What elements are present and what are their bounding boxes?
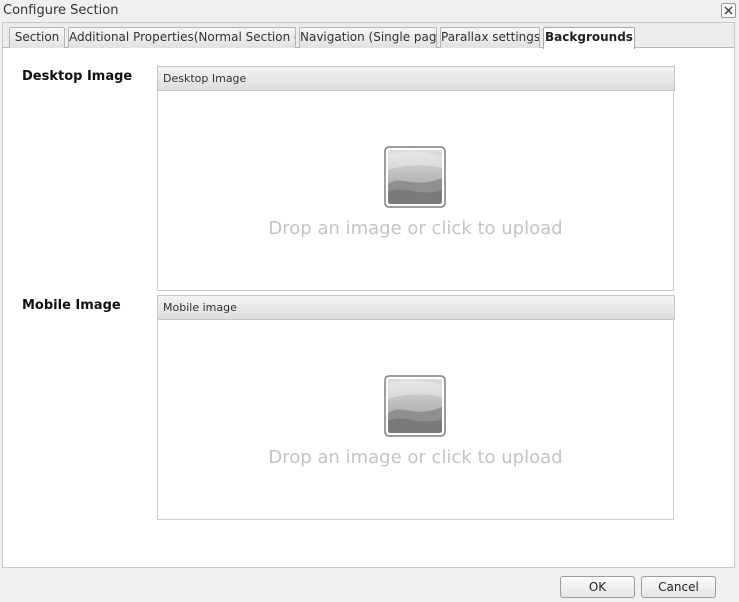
desktop-image-dropzone[interactable]: Drop an image or click to upload: [158, 91, 673, 290]
window-title: Configure Section: [3, 3, 119, 18]
desktop-image-label: Desktop Image: [22, 69, 133, 84]
tab-navigation[interactable]: Navigation (Single page): [299, 27, 437, 48]
ok-button[interactable]: OK: [560, 576, 635, 598]
tab-parallax-settings[interactable]: Parallax settings: [440, 27, 540, 48]
desktop-image-panel-header: Desktop Image: [157, 66, 675, 91]
tab-strip: Section Additional Properties(Normal Sec…: [3, 23, 734, 49]
desktop-image-panel: Desktop Image Drop an image or click to …: [157, 66, 675, 291]
dialog-content: Section Additional Properties(Normal Sec…: [2, 22, 735, 568]
image-placeholder-icon: [384, 146, 446, 208]
mobile-image-drop-text: Drop an image or click to upload: [268, 447, 563, 468]
cancel-button[interactable]: Cancel: [641, 576, 716, 598]
close-button[interactable]: [721, 3, 736, 18]
title-bar: Configure Section: [0, 0, 739, 22]
mobile-image-panel: Mobile image Drop an image or click to u…: [157, 295, 675, 520]
tab-backgrounds[interactable]: Backgrounds: [543, 27, 635, 49]
close-icon: [724, 6, 733, 15]
tab-additional-properties[interactable]: Additional Properties(Normal Section onl…: [68, 27, 296, 48]
tab-section[interactable]: Section: [9, 27, 65, 48]
mobile-image-label: Mobile Image: [22, 298, 121, 313]
mobile-image-dropzone[interactable]: Drop an image or click to upload: [158, 320, 673, 519]
image-placeholder-icon: [384, 375, 446, 437]
desktop-image-drop-text: Drop an image or click to upload: [268, 218, 563, 239]
mobile-image-panel-header: Mobile image: [157, 295, 675, 320]
